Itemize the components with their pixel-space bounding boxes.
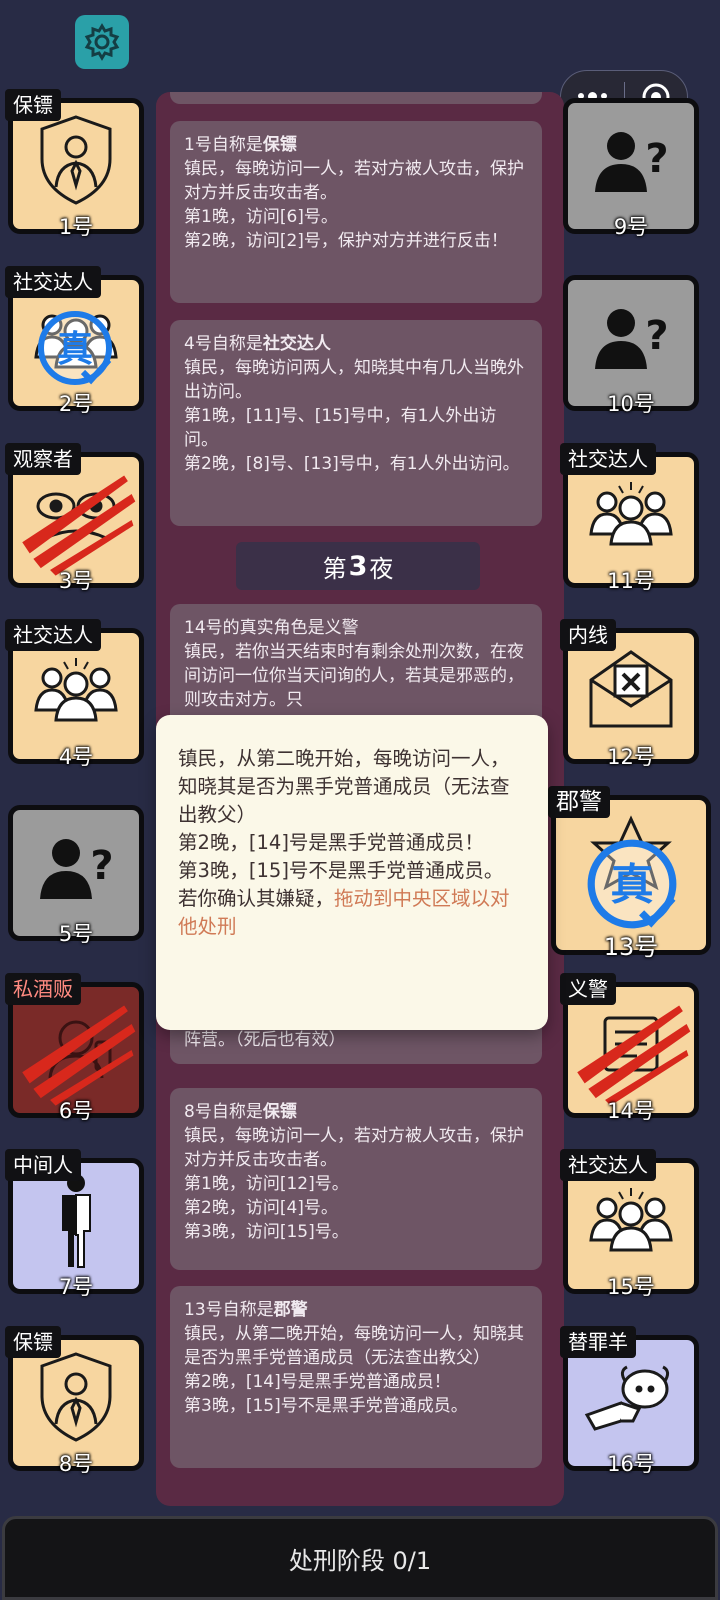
role-tag: 社交达人 [560,1149,656,1181]
execution-phase-label: 处刑阶段 0/1 [288,1546,432,1575]
svg-text:?: ? [645,313,668,359]
middleman-figure-icon [21,1171,131,1268]
player-tile-7[interactable]: 中间人 7号 [5,1149,144,1299]
envelope-x-icon [576,641,686,737]
player-tile-15[interactable]: 社交达人 15号 [560,1149,699,1299]
bodyguard-shield-icon [21,111,131,207]
unknown-person-icon: ? [576,111,686,207]
log-card: 13号自称是郡警 镇民，从第二晚开始，每晚访问一人，知晓其是否为黑手党普通成员（… [170,1286,542,1468]
role-tag: 保镖 [5,89,61,121]
truth-stamp-icon: 真 [587,839,677,929]
player-tile-11[interactable]: 社交达人 11号 [560,443,699,593]
player-tile-4[interactable]: 社交达人 4号 [5,619,144,769]
role-tag: 内线 [560,619,616,651]
svg-text:真: 真 [57,329,93,370]
player-number: 9号 [613,215,649,239]
role-tag: 社交达人 [5,266,101,298]
role-info-popup[interactable]: 镇民，从第二晚开始，每晚访问一人，知晓其是否为黑手党普通成员（无法查出教父） 第… [156,715,548,1030]
svg-text:?: ? [90,843,113,889]
vigilante-icon [576,995,686,1091]
role-tag: 社交达人 [5,619,101,651]
crowd-icon [576,1171,686,1267]
player-tile-5[interactable]: ? 5号 [8,805,144,946]
player-number: 1号 [58,215,94,239]
player-number: 10号 [607,392,655,416]
player-number: 2号 [58,392,94,416]
player-tile-2[interactable]: 真 社交达人 2号 [5,266,144,416]
player-number: 3号 [58,569,94,593]
player-number: 16号 [607,1452,655,1476]
log-card: 4号自称是社交达人 镇民，每晚访问两人，知晓其中有几人当晚外出访问。 第1晚，[… [170,320,542,526]
player-number: 12号 [607,745,655,769]
crowd-icon [21,641,131,737]
role-tag: 观察者 [5,443,81,475]
log-card: 1号自称是保镖 镇民，每晚访问一人，若对方被人攻击，保护对方并反击攻击者。 第1… [170,121,542,303]
player-tile-12[interactable]: 内线 12号 [560,619,699,769]
bodyguard-shield-icon [21,1348,131,1444]
scapegoat-sheep-icon [576,1348,686,1444]
role-tag: 私酒贩 [5,973,81,1005]
svg-text:真: 真 [610,861,653,911]
role-tag: 郡警 [548,786,610,818]
player-number: 8号 [58,1452,94,1476]
execution-phase-bar[interactable]: 处刑阶段 0/1 [2,1516,718,1600]
bootlegger-icon [21,995,131,1091]
player-number: 14号 [607,1099,655,1123]
unknown-person-icon: ? [576,288,686,384]
player-tile-3[interactable]: 观察者 3号 [5,443,144,593]
settings-button[interactable] [75,15,129,69]
player-number: 13号 [603,933,659,961]
gear-icon [84,23,120,61]
log-card-partial [170,92,542,104]
role-tag: 义警 [560,973,616,1005]
player-number: 7号 [58,1275,94,1299]
role-tag: 替罪羊 [560,1326,636,1358]
player-tile-8[interactable]: 保镖 8号 [5,1326,144,1476]
player-tile-13[interactable]: 真 郡警 13号 [548,786,711,961]
player-number: 15号 [607,1275,655,1299]
observer-eyes-icon [21,465,131,561]
role-tag: 保镖 [5,1326,61,1358]
player-tile-9[interactable]: ? 9号 [563,98,699,239]
role-tag: 中间人 [5,1149,81,1181]
player-tile-14[interactable]: 义警 14号 [560,973,699,1123]
player-number: 5号 [58,922,94,946]
log-card: 8号自称是保镖 镇民，每晚访问一人，若对方被人攻击，保护对方并反击攻击者。 第1… [170,1088,542,1270]
player-number: 4号 [58,745,94,769]
crowd-icon [576,465,686,561]
player-tile-6[interactable]: 私酒贩 6号 [5,973,144,1123]
player-tile-10[interactable]: ? 10号 [563,275,699,416]
player-number: 6号 [58,1099,94,1123]
unknown-person-icon: ? [21,818,131,914]
truth-stamp-icon: 真 [38,311,112,385]
player-number: 11号 [607,569,655,593]
night-divider: 第3夜 [236,542,480,590]
svg-text:?: ? [645,136,668,182]
player-tile-16[interactable]: 替罪羊 16号 [560,1326,699,1476]
player-tile-1[interactable]: 保镖 1号 [5,89,144,239]
role-tag: 社交达人 [560,443,656,475]
